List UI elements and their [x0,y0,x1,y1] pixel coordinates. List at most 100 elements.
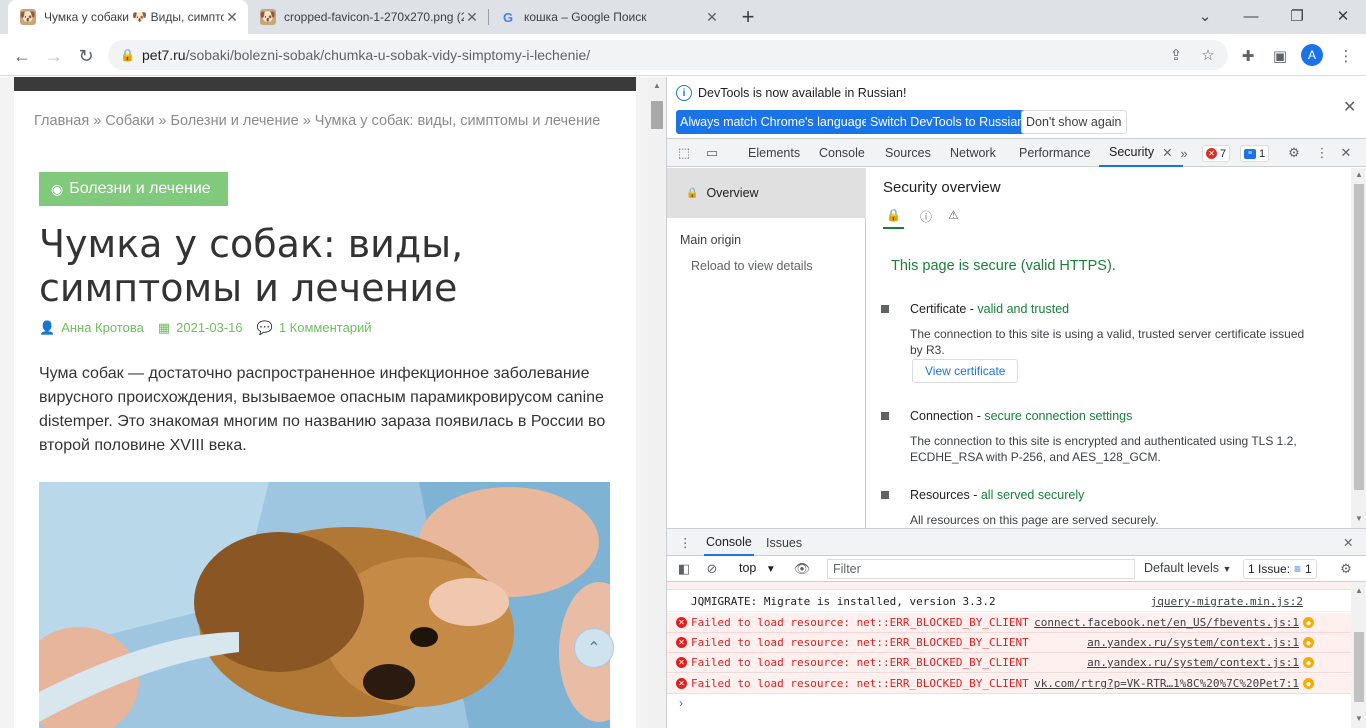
security-scrollbar[interactable]: ▲ ▼ [1351,168,1366,528]
console-source-link[interactable]: an.yandex.ru/system/context.js:1 [1087,656,1299,669]
issue-icon: ≡ [1244,148,1256,159]
console-scrollbar-thumb[interactable] [1354,632,1364,702]
date-link[interactable]: ▦ 2021-03-16 [158,320,243,336]
tab-console[interactable]: Console [819,139,865,167]
new-tab-button[interactable]: + [736,4,760,29]
console-message: JQMIGRATE: Migrate is installed, version… [691,595,996,608]
scroll-up-arrow-icon[interactable]: ▲ [1355,170,1363,179]
post-date: 2021-03-16 [176,320,243,335]
tab-favicon[interactable]: 🐶 cropped-favicon-1-270x270.png (27 ✕ [248,0,488,34]
side-panel-icon[interactable]: ▣ [1268,44,1292,68]
eye-icon[interactable]: 👁 [793,560,811,578]
sidebar-item-overview[interactable]: 🔒 Overview [667,168,866,218]
console-scrollbar[interactable]: ▲ ▼ [1351,582,1366,728]
console-source-link[interactable]: connect.facebook.net/en_US/fbevents.js:1 [1034,616,1299,629]
error-count-badge[interactable]: ✕ 7 [1202,145,1231,162]
console-message: Failed to load resource: net::ERR_BLOCKE… [691,636,1029,649]
tab-title: Чумка у собаки 🐶 Виды, симптомы [44,10,224,24]
comment-icon: 💬 [256,320,273,335]
extension-icon: ● [1303,617,1314,628]
scroll-up-arrow-icon[interactable]: ▲ [1355,586,1363,595]
console-settings-gear-icon[interactable]: ⚙ [1337,560,1355,578]
dont-show-again-button[interactable]: Don't show again [1021,110,1127,134]
tab-sources[interactable]: Sources [885,139,931,167]
bookmark-star-icon[interactable]: ☆ [1194,40,1222,70]
reload-button[interactable]: ↻ [72,42,100,70]
globe-icon: ◉ [51,180,64,197]
tab-search-icon[interactable]: ⌄ [1190,4,1220,28]
error-icon: ✕ [676,657,687,668]
lock-icon[interactable]: 🔒 [120,48,135,62]
close-drawer-icon[interactable]: ✕ [1343,529,1353,556]
console-log: JQMIGRATE: Migrate is installed, version… [667,582,1351,728]
window-close-icon[interactable]: ✕ [1328,4,1358,28]
issues-label: 1 Issue: [1248,562,1291,576]
scroll-down-arrow-icon[interactable]: ▼ [1355,514,1363,523]
address-bar[interactable]: 🔒 pet7.ru /sobaki/bolezni-sobak/chumka-u… [108,40,1228,70]
console-source-link[interactable]: vk.com/rtrg?p=VK-RTR…1%8C%20%7C%20Pet7:1 [1034,677,1299,690]
menu-kebab-icon[interactable]: ⋮ [1334,44,1358,68]
drawer-menu-icon[interactable]: ⋮ [679,529,692,556]
view-certificate-button[interactable]: View certificate [912,359,1019,383]
drawer-tab-console[interactable]: Console [704,529,754,556]
devtools-menu-icon[interactable]: ⋮ [1313,144,1331,162]
security-scrollbar-thumb[interactable] [1354,184,1364,490]
console-source-link[interactable]: an.yandex.ru/system/context.js:1 [1087,636,1299,649]
author-link[interactable]: 👤 Анна Кротова [39,320,144,336]
tab-security[interactable]: Security ✕ [1099,139,1183,167]
clear-console-icon[interactable]: ⊘ [703,560,721,578]
settings-gear-icon[interactable]: ⚙ [1285,144,1303,162]
close-icon[interactable]: ✕ [224,9,240,25]
scroll-up-arrow-icon[interactable]: ▲ [653,81,661,90]
sidebar-item-label: Overview [706,186,759,200]
tab-google[interactable]: G кошка – Google Поиск ✕ [488,0,728,34]
extensions-icon[interactable]: ✚ [1236,44,1260,68]
connection-description: The connection to this site is encrypted… [910,434,1297,464]
close-devtools-icon[interactable]: ✕ [1337,144,1355,162]
device-toolbar-icon[interactable]: ▭ [703,144,721,162]
back-button[interactable]: ← [8,42,36,70]
console-row-cutoff [667,582,1351,590]
page-scrollbar-thumb[interactable] [651,101,663,129]
tab-elements[interactable]: Elements [748,139,800,167]
breadcrumb[interactable]: Главная » Собаки » Болезни и лечение » Ч… [34,113,600,129]
sidebar-toggle-icon[interactable]: ◧ [675,560,693,578]
close-icon[interactable]: ✕ [704,9,720,25]
console-row-error: ✕ Failed to load resource: net::ERR_BLOC… [667,674,1351,694]
issue-count-badge[interactable]: ≡ 1 [1240,145,1270,162]
tab-network[interactable]: Network [950,139,996,167]
close-icon[interactable]: ✕ [464,9,480,25]
secure-status: This page is secure (valid HTTPS). [891,258,1116,274]
article-meta: 👤 Анна Кротова ▦ 2021-03-16 💬 1 Комментарий [39,320,372,336]
close-icon[interactable]: ✕ [1343,97,1356,117]
console-filter-input[interactable]: Filter [827,559,1135,579]
log-levels-dropdown[interactable]: Default levels ▼ [1144,561,1231,575]
close-icon[interactable]: ✕ [1162,145,1172,160]
scroll-down-arrow-icon[interactable]: ▼ [1355,714,1363,723]
minimize-icon[interactable]: — [1236,4,1266,28]
switch-russian-button[interactable]: Switch DevTools to Russian [866,110,1029,134]
infobar-message: DevTools is now available in Russian! [698,86,907,100]
inspect-element-icon[interactable]: ⬚ [675,144,693,162]
restore-icon[interactable]: ❐ [1282,4,1312,28]
scroll-to-top-button[interactable]: ⌃ [574,628,614,668]
comments-link[interactable]: 💬 1 Комментарий [257,320,372,336]
more-tabs-chevron-icon[interactable]: » [1175,144,1193,162]
forward-button[interactable]: → [40,42,68,70]
avatar[interactable]: A [1301,44,1323,66]
page-scrollbar[interactable]: ▲ [648,77,666,728]
tab-article[interactable]: 🐶 Чумка у собаки 🐶 Виды, симптомы ✕ [8,0,248,34]
tab-performance[interactable]: Performance [1019,139,1091,167]
console-message: Failed to load resource: net::ERR_BLOCKE… [691,677,1029,690]
console-prompt[interactable]: › [679,696,683,710]
extension-icon: ● [1303,637,1314,648]
match-language-button[interactable]: Always match Chrome's language [676,110,873,134]
issue-count: 1 [1259,147,1266,160]
share-icon[interactable]: ⇪ [1162,40,1190,70]
console-source-link[interactable]: jquery-migrate.min.js:2 [1151,595,1303,608]
issues-button[interactable]: 1 Issue: ≡ 1 [1243,559,1317,579]
drawer-tab-issues[interactable]: Issues [766,529,802,556]
category-button[interactable]: ◉ Болезни и лечение [39,172,228,206]
sidebar-reload-hint: Reload to view details [691,259,813,273]
context-selector[interactable]: top ▼ [739,561,776,575]
